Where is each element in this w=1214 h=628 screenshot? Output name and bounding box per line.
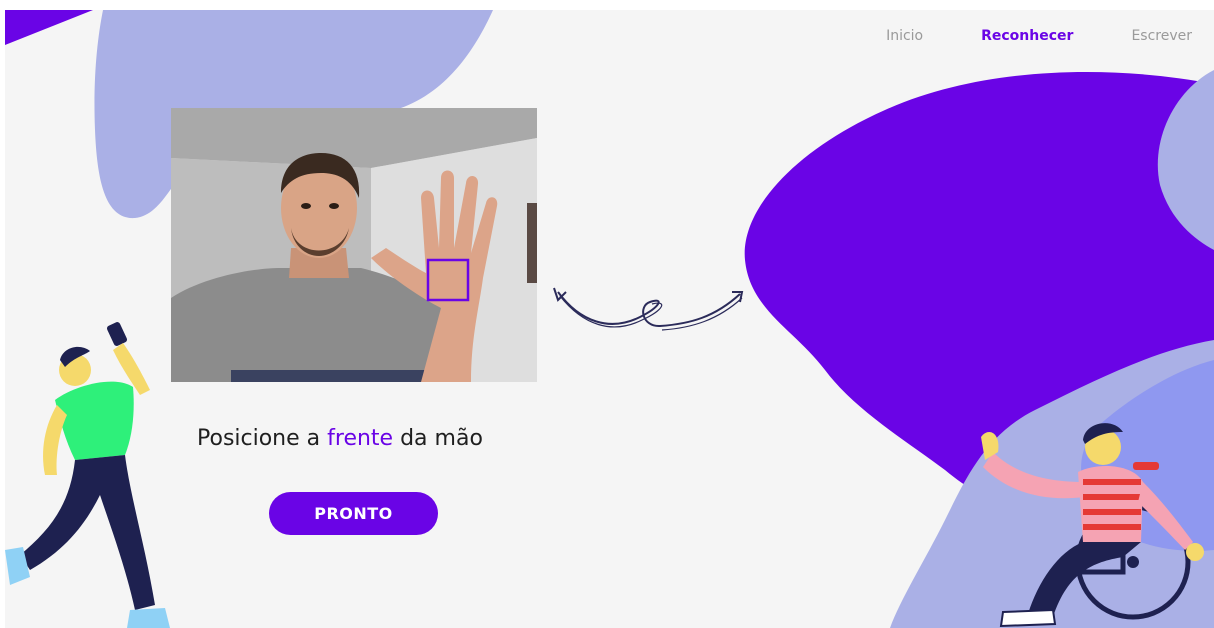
- dancing-person-illustration: [5, 322, 170, 628]
- instruction-prefix: Posicione a: [197, 426, 328, 451]
- ready-button[interactable]: PRONTO: [269, 492, 438, 535]
- instruction-highlight: frente: [327, 426, 394, 451]
- wheelchair-person-illustration: [981, 423, 1204, 628]
- instruction-text: Posicione a frente da mão: [197, 426, 483, 451]
- page-background: Inicio Reconhecer Escrever Posicione a f…: [5, 10, 1214, 628]
- squiggle-double-arrow-icon: [553, 287, 744, 331]
- instruction-suffix: da mão: [393, 426, 483, 451]
- corner-triangle-shape: [5, 10, 93, 45]
- nav-link-inicio[interactable]: Inicio: [886, 28, 923, 44]
- webcam-image: [171, 108, 537, 382]
- nav-link-escrever[interactable]: Escrever: [1131, 28, 1192, 44]
- nav-link-reconhecer[interactable]: Reconhecer: [981, 28, 1073, 44]
- camera-feed: [171, 108, 537, 382]
- top-navigation: Inicio Reconhecer Escrever: [886, 28, 1192, 44]
